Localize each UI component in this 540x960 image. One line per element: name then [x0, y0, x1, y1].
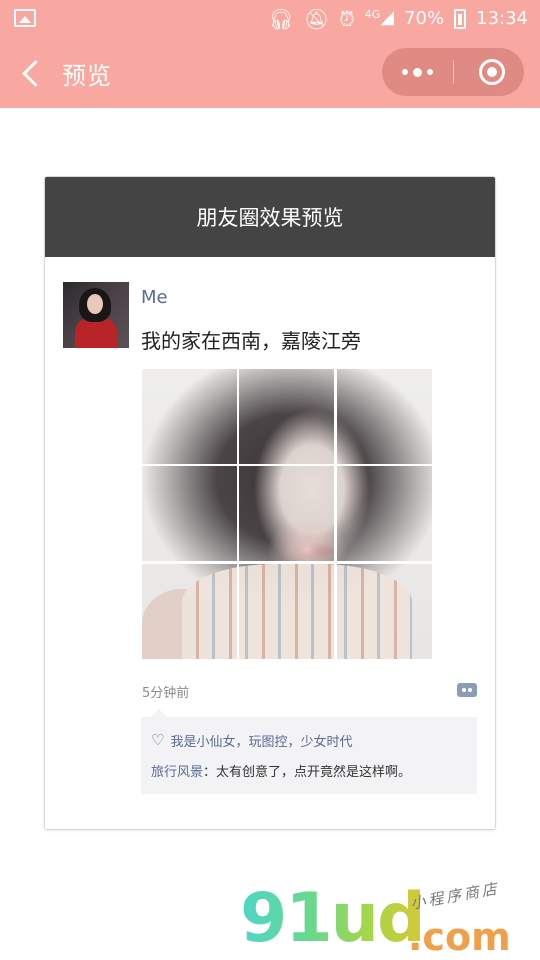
grid-image-5[interactable] — [239, 466, 334, 561]
likes-row: ♡ 我是小仙女，玩图控，少女时代 — [151, 731, 352, 751]
more-options-button[interactable] — [382, 48, 453, 96]
nine-grid-photo — [142, 369, 432, 659]
watermark-brand: 91ud — [240, 879, 426, 958]
back-button[interactable] — [20, 58, 42, 88]
comment-row[interactable]: 旅行风景：太有创意了，点开竟然是这样啊。 — [151, 761, 411, 780]
avatar[interactable] — [63, 282, 129, 348]
battery-icon — [454, 9, 467, 29]
grid-image-4[interactable] — [142, 466, 237, 561]
post-username[interactable]: Me — [141, 287, 168, 308]
comment-icon[interactable] — [457, 683, 477, 697]
close-mini-program-button[interactable] — [479, 59, 505, 85]
grid-image-2[interactable] — [239, 369, 334, 464]
more-dot-icon — [427, 69, 433, 75]
likes-comments-box: ♡ 我是小仙女，玩图控，少女时代 旅行风景：太有创意了，点开竟然是这样啊。 — [141, 709, 477, 794]
avatar-face — [87, 294, 103, 314]
comment-separator: ： — [203, 765, 217, 780]
grid-image-6[interactable] — [337, 466, 432, 561]
battery-percent: 70% — [404, 8, 445, 29]
status-icons: 🎧︎ 🔕︎ ⏰︎ 4G◢ 70% 13:34 — [268, 6, 528, 32]
avatar-dress — [75, 318, 117, 348]
watermark-domain: .com — [408, 915, 511, 959]
capsule-divider — [453, 60, 454, 84]
more-dot-icon — [402, 69, 408, 75]
headphones-icon: 🎧︎ — [268, 7, 294, 31]
grid-image-9[interactable] — [337, 564, 432, 659]
status-bar: 🎧︎ 🔕︎ ⏰︎ 4G◢ 70% 13:34 — [0, 0, 540, 38]
signal-icon: 4G◢ — [364, 7, 395, 28]
comment-author[interactable]: 旅行风景 — [151, 765, 203, 780]
card-header: 朋友圈效果预览 — [45, 177, 495, 257]
navigation-bar: 预览 — [0, 38, 540, 108]
mini-program-capsule — [382, 48, 524, 96]
alarm-icon: ⏰︎ — [339, 7, 355, 31]
watermark-logo: 91ud .com 小程序商店 — [240, 879, 540, 960]
likes-names[interactable]: 我是小仙女，玩图控，少女时代 — [170, 731, 352, 750]
post-text: 我的家在西南，嘉陵江旁 — [141, 329, 361, 353]
post-time: 5分钟前 — [142, 686, 190, 701]
clock: 13:34 — [476, 8, 528, 29]
grid-image-8[interactable] — [239, 564, 334, 659]
image-notification-icon — [14, 9, 36, 27]
mute-bell-icon: 🔕︎ — [303, 7, 330, 31]
heart-icon: ♡ — [151, 731, 165, 749]
grid-image-3[interactable] — [337, 369, 432, 464]
more-dot-icon — [413, 67, 422, 77]
comment-text: 太有创意了，点开竟然是这样啊。 — [216, 765, 412, 780]
top-header: 🎧︎ 🔕︎ ⏰︎ 4G◢ 70% 13:34 预览 — [0, 0, 540, 108]
grid-image-7[interactable] — [142, 564, 237, 659]
moments-preview-card: 朋友圈效果预览 Me 我的家在西南，嘉陵江旁 5分钟前 ♡ 我是小仙女，玩图控，… — [44, 176, 496, 830]
page-title: 预览 — [62, 62, 112, 90]
grid-image-1[interactable] — [142, 369, 237, 464]
